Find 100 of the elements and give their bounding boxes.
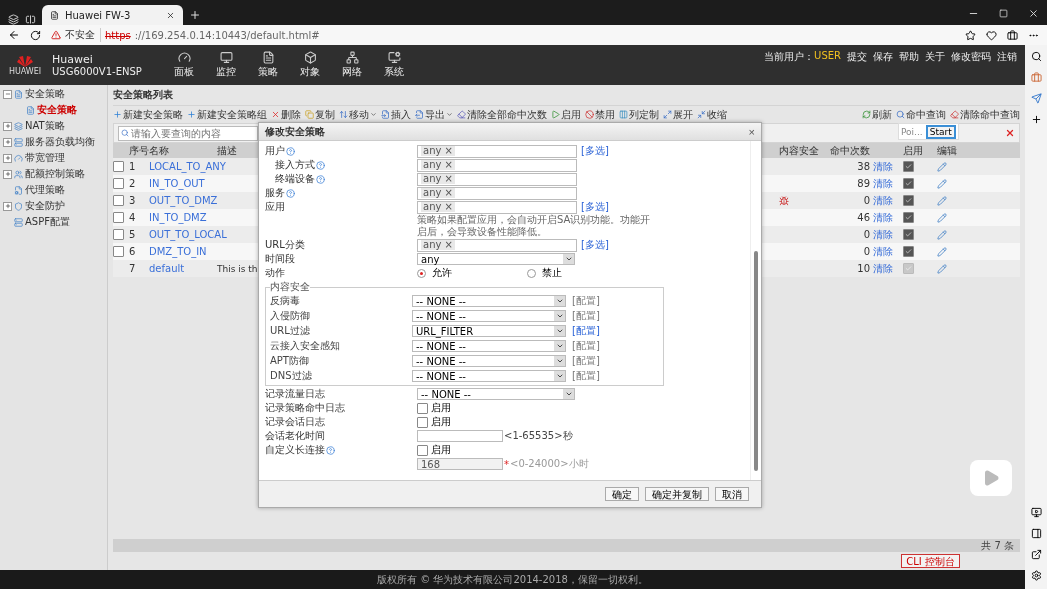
workspaces-icon[interactable] — [8, 14, 19, 25]
policy-link[interactable]: IN_TO_DMZ — [149, 212, 207, 223]
toolbar-button[interactable]: 导出 — [415, 107, 453, 122]
confirm-button[interactable]: 确定 — [605, 487, 639, 501]
back-icon[interactable] — [8, 29, 20, 41]
tab-actions-icon[interactable] — [25, 14, 36, 25]
close-button[interactable]: × — [748, 125, 755, 138]
row-checkbox[interactable] — [113, 161, 124, 172]
clear-link[interactable]: 清除 — [873, 159, 893, 174]
row-checkbox[interactable] — [113, 178, 124, 189]
enabled-checkbox[interactable] — [903, 161, 914, 172]
toolbar-button[interactable]: 插入 — [381, 107, 411, 122]
radio-option[interactable]: 禁止 — [527, 266, 562, 280]
toolbar-button[interactable]: 复制 — [305, 107, 335, 122]
multi-select-link[interactable]: [多选] — [581, 144, 744, 158]
sidebar-icon[interactable] — [1030, 528, 1042, 539]
expand-toggle[interactable] — [3, 169, 12, 179]
edit-icon[interactable] — [937, 246, 947, 257]
clear-link[interactable]: 清除 — [873, 176, 893, 191]
collections-icon[interactable] — [1007, 29, 1018, 41]
row-checkbox[interactable] — [113, 246, 124, 257]
toolbar-button[interactable]: 命中查询 — [896, 107, 946, 122]
edit-icon[interactable] — [937, 178, 947, 189]
multi-select-link[interactable]: [多选] — [581, 238, 744, 252]
tag-field[interactable]: any × — [417, 186, 577, 200]
enabled-checkbox[interactable] — [903, 195, 914, 206]
edit-icon[interactable] — [937, 195, 947, 206]
maximize-icon[interactable] — [999, 9, 1008, 18]
enabled-checkbox[interactable] — [903, 246, 914, 257]
checkbox-option[interactable]: 启用 — [417, 443, 577, 457]
toolbar-button[interactable]: 删除 — [271, 107, 301, 122]
header-link[interactable]: 提交 — [847, 50, 867, 64]
cancel-button[interactable]: 取消 — [715, 487, 749, 501]
expand-toggle[interactable] — [3, 137, 12, 147]
toolbar-button[interactable]: 新建安全策略组 — [187, 107, 267, 122]
header-link[interactable]: 关于 — [925, 50, 945, 64]
enabled-checkbox[interactable] — [903, 229, 914, 240]
toolbar-button[interactable]: 展开 — [663, 107, 693, 122]
reload-icon[interactable] — [30, 29, 41, 41]
toolbar-button[interactable]: 新建安全策略 — [113, 107, 183, 122]
briefcase-icon[interactable] — [1030, 72, 1042, 83]
toolbar-button[interactable]: 收缩 — [697, 107, 727, 122]
checkbox-option[interactable]: 启用 — [417, 401, 577, 415]
tag-field[interactable]: any × — [417, 158, 577, 172]
tree-item[interactable]: 服务器负载均衡 — [25, 135, 95, 149]
clear-link[interactable]: 清除 — [873, 227, 893, 242]
header-link[interactable]: 注销 — [997, 50, 1017, 64]
tag-field[interactable]: any × — [417, 144, 577, 158]
row-checkbox[interactable] — [113, 195, 124, 206]
toolbar-button[interactable]: 刷新 — [862, 107, 892, 122]
start-button[interactable]: Start — [925, 124, 956, 139]
row-checkbox[interactable] — [113, 229, 124, 240]
toolbar-button[interactable]: 启用 — [551, 107, 581, 122]
header-link[interactable]: 保存 — [873, 50, 893, 64]
enabled-checkbox[interactable] — [903, 178, 914, 189]
edit-icon[interactable] — [937, 263, 947, 274]
clear-link[interactable]: 清除 — [873, 210, 893, 225]
expand-toggle[interactable] — [3, 153, 12, 163]
expand-toggle[interactable] — [3, 201, 12, 211]
heart-icon[interactable] — [986, 29, 997, 41]
nav-item[interactable]: 策略 — [254, 51, 282, 79]
policy-link[interactable]: OUT_TO_LOCAL — [149, 229, 227, 240]
config-link[interactable]: [配置] — [572, 324, 659, 338]
close-icon[interactable] — [166, 10, 175, 20]
send-icon[interactable] — [1030, 93, 1042, 104]
tree-item[interactable]: 安全策略 — [25, 87, 65, 101]
policy-link[interactable]: DMZ_TO_IN — [149, 246, 207, 257]
policy-link[interactable]: OUT_TO_DMZ — [149, 195, 218, 206]
select-field[interactable]: URL_FILTER — [412, 325, 566, 337]
nav-item[interactable]: 对象 — [296, 51, 324, 79]
expand-toggle[interactable] — [3, 121, 12, 131]
policy-link[interactable]: LOCAL_TO_ANY — [149, 161, 226, 172]
nav-item[interactable]: 监控 — [212, 51, 240, 79]
nav-item[interactable]: 面板 — [170, 51, 198, 79]
edit-icon[interactable] — [937, 212, 947, 223]
row-checkbox[interactable] — [113, 212, 124, 223]
tag-field[interactable]: any × — [417, 238, 577, 252]
toolbar-button[interactable]: 禁用 — [585, 107, 615, 122]
search-field[interactable]: 请输入要查询的内容 — [118, 125, 258, 141]
close-icon[interactable] — [1028, 8, 1039, 19]
policy-link[interactable]: IN_TO_OUT — [149, 178, 205, 189]
select-field[interactable]: any — [417, 253, 575, 265]
collapse-toggle[interactable] — [3, 89, 12, 99]
header-link[interactable]: 修改密码 — [951, 50, 991, 64]
header-link[interactable]: 帮助 — [899, 50, 919, 64]
browser-tab[interactable]: Huawei FW-3 — [42, 5, 183, 25]
play-button[interactable] — [970, 460, 1012, 496]
search-icon[interactable] — [1030, 51, 1042, 62]
settings-icon[interactable] — [1030, 570, 1042, 581]
select-field[interactable]: -- NONE -- — [417, 388, 575, 400]
nav-item[interactable]: 系统 — [380, 51, 408, 79]
tree-item[interactable]: ASPF配置 — [25, 215, 70, 229]
tree-item[interactable]: 配额控制策略 — [25, 167, 85, 181]
monitor-icon[interactable] — [1030, 507, 1042, 518]
toolbar-button[interactable]: 清除全部命中次数 — [457, 107, 547, 122]
tag-field[interactable]: any × — [417, 200, 577, 214]
tree-item[interactable]: NAT策略 — [25, 119, 65, 133]
input-field[interactable] — [417, 430, 503, 442]
new-tab-icon[interactable] — [189, 9, 201, 21]
toolbar-button[interactable]: 列定制 — [619, 107, 659, 122]
